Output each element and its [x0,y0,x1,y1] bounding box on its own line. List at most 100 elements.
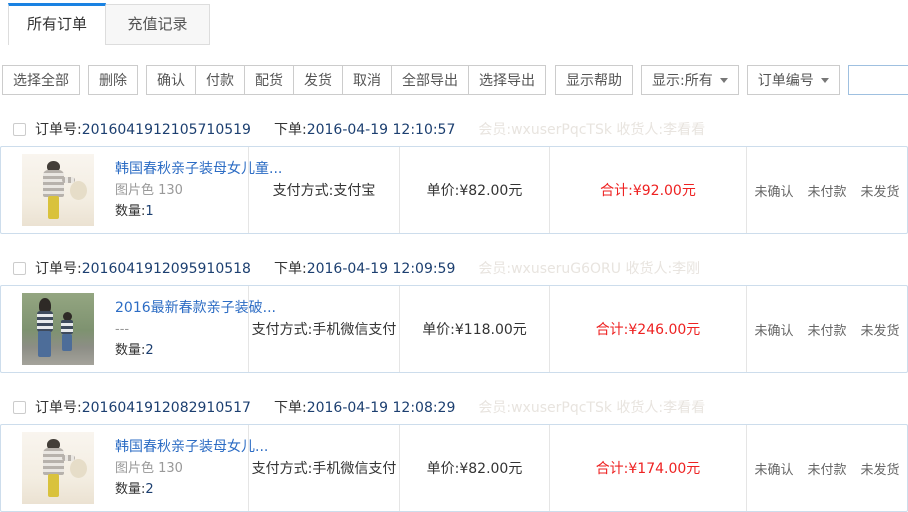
show-help-button[interactable]: 显示帮助 [555,65,633,95]
quantity-value: 2 [145,482,153,497]
order-number-value: 2016041912082910517 [82,400,251,416]
status-cell: 未确认 未付款 未发货 [746,425,907,511]
status-unshipped: 未发货 [861,459,900,478]
order-total: 合计:¥92.00元 [549,147,746,233]
product-thumbnail[interactable] [22,293,94,365]
quantity-value: 1 [145,204,153,219]
thumb-shape [37,311,53,332]
order-number: 订单号:2016041912082910517 [35,397,251,417]
payment-method: 支付方式:支付宝 [248,147,399,233]
order-total: 合计:¥174.00元 [549,425,746,511]
order-header: 订单号:2016041912095910518 下单:2016-04-19 12… [0,251,908,285]
order-total: 合计:¥246.00元 [549,286,746,372]
product-quantity: 数量:2 [115,483,268,496]
member-info: 会员:wxuserPqcTSk 收货人:李看看 [478,119,705,139]
unit-price: 单价:¥82.00元 [399,425,549,511]
product-variant: 图片色 130 [115,462,268,475]
order-group: 订单号:2016041912082910517 下单:2016-04-19 12… [0,390,908,512]
placed-label: 下单: [274,122,307,138]
status-unpaid: 未付款 [807,181,846,200]
thumb-shape [61,320,73,334]
status-unconfirmed: 未确认 [754,459,793,478]
display-filter-dropdown[interactable]: 显示:所有 [641,65,739,95]
thumb-shape [48,196,59,219]
order-group: 订单号:2016041912095910518 下单:2016-04-19 12… [0,251,908,373]
export-selected-button[interactable]: 选择导出 [468,65,546,95]
thumb-shape [62,455,75,461]
order-number-label: 订单号: [35,122,82,138]
order-card: 韩国春秋亲子装母女儿童... 图片色 130 数量:1 支付方式:支付宝 单价:… [0,146,908,234]
thumb-shape [43,170,64,197]
tab-recharge-records[interactable]: 充值记录 [106,4,210,45]
search-type-dropdown[interactable]: 订单编号 [747,65,840,95]
unit-price: 单价:¥82.00元 [399,147,549,233]
member-info: 会员:wxuseruG6ORU 收货人:李刚 [478,258,700,278]
caret-down-icon [821,78,829,83]
status-cell: 未确认 未付款 未发货 [746,147,907,233]
ship-button[interactable]: 发货 [293,65,343,95]
thumb-shape [38,331,51,357]
quantity-value: 2 [145,343,153,358]
order-checkbox[interactable] [13,123,26,136]
quantity-label: 数量: [115,343,145,358]
display-filter-label: 显示:所有 [652,70,713,90]
order-header: 订单号:2016041912082910517 下单:2016-04-19 12… [0,390,908,424]
status-unconfirmed: 未确认 [754,181,793,200]
allocate-button[interactable]: 配货 [244,65,294,95]
payment-method: 支付方式:手机微信支付 [248,286,399,372]
status-unpaid: 未付款 [807,459,846,478]
delete-button[interactable]: 删除 [88,65,138,95]
order-search-input[interactable] [848,65,908,95]
thumb-shape [62,177,75,183]
placed-label: 下单: [274,400,307,416]
thumb-shape [70,181,87,200]
search-type-label: 订单编号 [758,70,814,90]
order-checkbox[interactable] [13,262,26,275]
payment-method: 支付方式:手机微信支付 [248,425,399,511]
order-placed-time: 下单:2016-04-19 12:09:59 [274,258,455,278]
product-thumbnail[interactable] [22,432,94,504]
order-card: 2016最新春款亲子装破... --- 数量:2 支付方式:手机微信支付 单价:… [0,285,908,373]
thumb-shape [62,334,72,351]
tab-bar: 所有订单 充值记录 [0,0,908,45]
status-unshipped: 未发货 [861,181,900,200]
tab-all-orders[interactable]: 所有订单 [8,3,106,45]
status-cell: 未确认 未付款 未发货 [746,286,907,372]
quantity-label: 数量: [115,204,145,219]
order-number: 订单号:2016041912095910518 [35,258,251,278]
order-number-label: 订单号: [35,400,82,416]
placed-value: 2016-04-19 12:10:57 [307,122,456,138]
product-info: 韩国春秋亲子装母女儿... 图片色 130 数量:2 [115,440,268,496]
order-number-value: 2016041912095910518 [82,261,251,277]
product-cell: 2016最新春款亲子装破... --- 数量:2 [1,286,248,372]
placed-value: 2016-04-19 12:09:59 [307,261,456,277]
order-number: 订单号:2016041912105710519 [35,119,251,139]
order-checkbox[interactable] [13,401,26,414]
thumb-shape [43,448,64,475]
thumb-shape [48,474,59,497]
order-header: 订单号:2016041912105710519 下单:2016-04-19 12… [0,112,908,146]
order-group: 订单号:2016041912105710519 下单:2016-04-19 12… [0,112,908,234]
caret-down-icon [720,78,728,83]
toolbar-filters: 显示:所有 订单编号 [641,65,908,95]
placed-value: 2016-04-19 12:08:29 [307,400,456,416]
pay-button[interactable]: 付款 [195,65,245,95]
order-number-value: 2016041912105710519 [82,122,251,138]
confirm-button[interactable]: 确认 [146,65,196,95]
product-title-link[interactable]: 韩国春秋亲子装母女儿... [115,440,268,454]
export-all-button[interactable]: 全部导出 [391,65,469,95]
placed-label: 下单: [274,261,307,277]
order-placed-time: 下单:2016-04-19 12:08:29 [274,397,455,417]
select-all-button[interactable]: 选择全部 [2,65,80,95]
product-cell: 韩国春秋亲子装母女儿... 图片色 130 数量:2 [1,425,248,511]
order-placed-time: 下单:2016-04-19 12:10:57 [274,119,455,139]
product-thumbnail[interactable] [22,154,94,226]
order-card: 韩国春秋亲子装母女儿... 图片色 130 数量:2 支付方式:手机微信支付 单… [0,424,908,512]
cancel-button[interactable]: 取消 [342,65,392,95]
product-cell: 韩国春秋亲子装母女儿童... 图片色 130 数量:1 [1,147,248,233]
order-number-label: 订单号: [35,261,82,277]
status-unshipped: 未发货 [861,320,900,339]
status-unconfirmed: 未确认 [754,320,793,339]
order-action-group: 确认 付款 配货 发货 取消 全部导出 选择导出 [146,65,546,95]
thumb-shape [70,459,87,478]
